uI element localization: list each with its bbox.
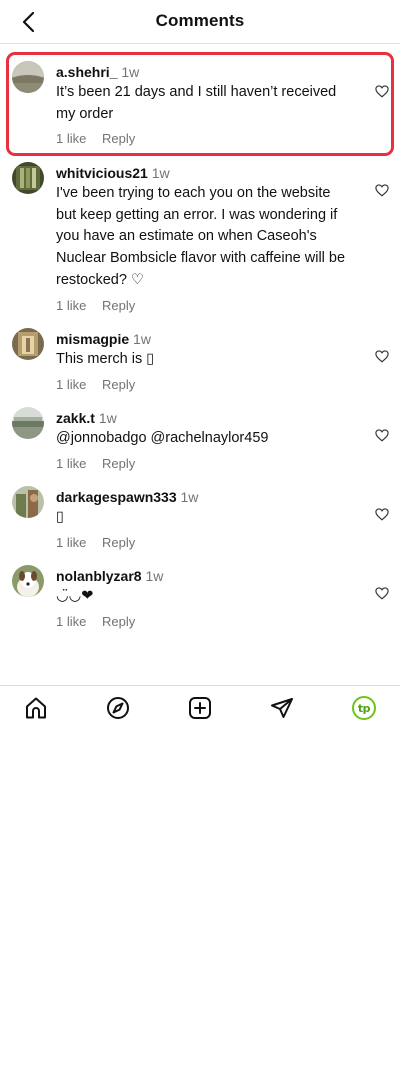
like-count[interactable]: 1 like [56, 131, 86, 146]
heart-icon[interactable] [375, 429, 389, 442]
nav-create[interactable] [187, 695, 213, 721]
like-count[interactable]: 1 like [56, 535, 86, 550]
comment-text: @jonnobadgo @rachelnaylor459 [56, 430, 269, 446]
comment-body: darkagespawn333 1w ▯ 1 like Reply [56, 489, 346, 550]
comment-item: zakk.t 1w @jonnobadgo @rachelnaylor459 1… [0, 407, 400, 471]
like-count[interactable]: 1 like [56, 614, 86, 629]
comment-text: I've been trying to each you on the webs… [56, 185, 346, 288]
comment-timestamp: 1w [98, 410, 117, 426]
heart-icon[interactable] [375, 587, 389, 600]
avatar[interactable] [12, 61, 44, 93]
like-count[interactable]: 1 like [56, 298, 86, 313]
direct-send-icon [271, 698, 293, 718]
comment-body: a.shehri_ 1w It’s been 21 days and I sti… [56, 64, 346, 146]
comment-item: nolanblyzar8 1w ◡̈◡❤ 1 like Reply [0, 565, 400, 629]
comment-text: ◡̈◡❤ [56, 588, 94, 604]
comment-body: whitvicious21 1w I've been trying to eac… [56, 165, 346, 313]
home-icon [26, 697, 46, 719]
comment-item: mismagpie 1w This merch is ▯ 1 like Repl… [0, 328, 400, 392]
comment-text: It’s been 21 days and I still haven’t re… [56, 84, 337, 122]
comment-text: This merch is ▯ [56, 351, 155, 367]
comment-username[interactable]: a.shehri_ [56, 64, 117, 80]
reply-button[interactable]: Reply [102, 377, 135, 392]
comment-username[interactable]: whitvicious21 [56, 165, 148, 181]
comment-actions: 1 like Reply [56, 131, 346, 146]
comment-actions: 1 like Reply [56, 298, 346, 313]
page-title: Comments [155, 11, 245, 30]
nav-direct[interactable] [269, 695, 295, 721]
avatar[interactable] [12, 328, 44, 360]
comment-item: darkagespawn333 1w ▯ 1 like Reply [0, 486, 400, 550]
comment-body: zakk.t 1w @jonnobadgo @rachelnaylor459 1… [56, 410, 346, 471]
comment-actions: 1 like Reply [56, 456, 346, 471]
comment-actions: 1 like Reply [56, 535, 346, 550]
like-count[interactable]: 1 like [56, 377, 86, 392]
avatar[interactable] [12, 407, 44, 439]
avatar[interactable] [12, 486, 44, 518]
like-count[interactable]: 1 like [56, 456, 86, 471]
avatar[interactable] [12, 162, 44, 194]
comment-timestamp: 1w [145, 568, 164, 584]
nav-profile[interactable]: tp [351, 695, 377, 721]
reply-button[interactable]: Reply [102, 131, 135, 146]
create-plus-icon [189, 697, 211, 719]
comment-text: ▯ [56, 509, 64, 525]
reply-button[interactable]: Reply [102, 535, 135, 550]
comment-timestamp: 1w [121, 64, 140, 80]
avatar[interactable] [12, 565, 44, 597]
comment-username[interactable]: darkagespawn333 [56, 489, 177, 505]
comment-item: whitvicious21 1w I've been trying to eac… [0, 162, 400, 313]
heart-icon[interactable] [375, 184, 389, 197]
explore-compass-icon [107, 697, 129, 719]
heart-icon[interactable] [375, 508, 389, 521]
comment-actions: 1 like Reply [56, 614, 346, 629]
reply-button[interactable]: Reply [102, 614, 135, 629]
comment-timestamp: 1w [151, 165, 170, 181]
comment-actions: 1 like Reply [56, 377, 346, 392]
comments-screen: Comments a.shehri_ 1w It’s been 21 days … [0, 0, 400, 1080]
nav-explore[interactable] [105, 695, 131, 721]
comment-body: nolanblyzar8 1w ◡̈◡❤ 1 like Reply [56, 568, 346, 629]
nav-home[interactable] [23, 695, 49, 721]
comment-item: a.shehri_ 1w It’s been 21 days and I sti… [6, 52, 394, 156]
reply-button[interactable]: Reply [102, 456, 135, 471]
profile-avatar: tp [352, 696, 376, 720]
comment-username[interactable]: zakk.t [56, 410, 95, 426]
bottom-nav: tp [0, 685, 400, 731]
reply-button[interactable]: Reply [102, 298, 135, 313]
comment-timestamp: 1w [133, 331, 151, 347]
top-bar: Comments [0, 0, 400, 44]
comment-body: mismagpie 1w This merch is ▯ 1 like Repl… [56, 331, 346, 392]
heart-icon[interactable] [375, 85, 389, 98]
comment-username[interactable]: nolanblyzar8 [56, 568, 142, 584]
comment-username[interactable]: mismagpie [56, 331, 129, 347]
comment-timestamp: 1w [180, 489, 199, 505]
heart-icon[interactable] [375, 350, 389, 363]
